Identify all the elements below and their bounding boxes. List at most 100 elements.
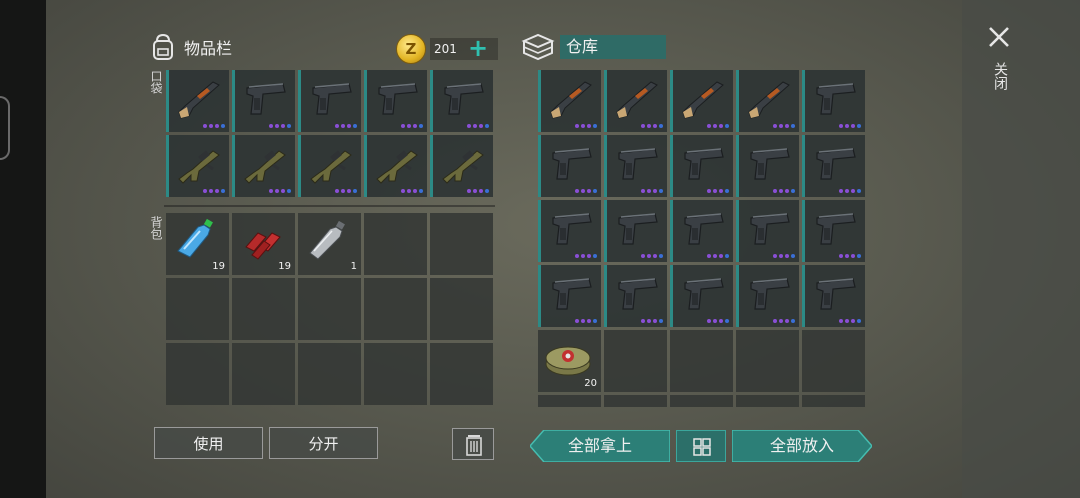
pistol-icon xyxy=(743,139,795,187)
pistol-icon xyxy=(677,204,729,252)
add-coins-button[interactable]: + xyxy=(468,36,488,60)
inventory-slot[interactable] xyxy=(670,70,733,132)
coin-icon: Z xyxy=(396,34,426,64)
inventory-slot[interactable] xyxy=(430,278,493,340)
quality-dots xyxy=(707,189,729,193)
quality-dots xyxy=(467,189,489,193)
inventory-slot[interactable] xyxy=(670,265,733,327)
pistol-icon xyxy=(677,269,729,317)
quality-dots xyxy=(839,254,861,258)
pistol-icon xyxy=(677,139,729,187)
use-button[interactable]: 使用 xyxy=(154,427,263,459)
inventory-slot[interactable] xyxy=(364,343,427,405)
inventory-slot[interactable] xyxy=(538,200,601,262)
discard-button[interactable] xyxy=(452,428,494,460)
inventory-slot[interactable] xyxy=(736,135,799,197)
take-all-button[interactable]: 全部拿上 xyxy=(530,430,670,462)
inventory-slot[interactable] xyxy=(232,278,295,340)
inventory-slot[interactable] xyxy=(802,395,865,407)
inventory-slot[interactable] xyxy=(670,135,733,197)
empty-bottle-icon xyxy=(302,217,354,265)
quality-dots xyxy=(269,124,291,128)
pistol-icon xyxy=(437,74,489,122)
inventory-slot[interactable] xyxy=(802,200,865,262)
inventory-slot[interactable] xyxy=(802,265,865,327)
quality-dots xyxy=(773,189,795,193)
inventory-slot[interactable] xyxy=(802,70,865,132)
smg-icon xyxy=(173,139,225,187)
inventory-slot[interactable] xyxy=(736,265,799,327)
inventory-slot[interactable] xyxy=(166,135,229,197)
backpack-label: 背包 xyxy=(149,216,163,240)
smg-icon xyxy=(371,139,423,187)
inventory-slot[interactable]: 19 xyxy=(166,213,229,275)
inventory-slot[interactable] xyxy=(604,135,667,197)
grid-view-button[interactable] xyxy=(676,430,726,462)
inventory-slot[interactable] xyxy=(670,395,733,407)
inventory-slot[interactable] xyxy=(364,135,427,197)
inventory-slot[interactable] xyxy=(430,70,493,132)
inventory-slot[interactable] xyxy=(298,135,361,197)
inventory-slot[interactable] xyxy=(670,200,733,262)
take-all-label: 全部拿上 xyxy=(567,436,632,455)
pistol-icon xyxy=(371,74,423,122)
quality-dots xyxy=(641,319,663,323)
inventory-slot[interactable] xyxy=(166,278,229,340)
inventory-slot[interactable] xyxy=(604,395,667,407)
inventory-slot[interactable] xyxy=(166,343,229,405)
quality-dots xyxy=(773,319,795,323)
inventory-slot[interactable] xyxy=(232,135,295,197)
pistol-icon xyxy=(809,139,861,187)
inventory-slot[interactable] xyxy=(604,200,667,262)
inventory-slot[interactable] xyxy=(538,135,601,197)
inventory-slot[interactable] xyxy=(232,70,295,132)
pistol-icon xyxy=(545,204,597,252)
backpack-grid: 19 19 1 xyxy=(166,213,493,405)
inventory-slot[interactable] xyxy=(430,135,493,197)
warehouse-title: 仓库 xyxy=(560,35,666,59)
quality-dots xyxy=(575,124,597,128)
quality-dots xyxy=(641,124,663,128)
inventory-slot[interactable] xyxy=(802,330,865,392)
inventory-slot[interactable] xyxy=(736,395,799,407)
inventory-slot[interactable] xyxy=(802,135,865,197)
inventory-slot[interactable] xyxy=(538,395,601,407)
inventory-slot[interactable] xyxy=(430,213,493,275)
inventory-slot[interactable]: 19 xyxy=(232,213,295,275)
inventory-slot[interactable] xyxy=(364,70,427,132)
inventory-slot[interactable] xyxy=(298,70,361,132)
close-icon[interactable] xyxy=(984,22,1014,52)
inventory-slot[interactable] xyxy=(670,330,733,392)
warehouse-header: 仓库 xyxy=(520,32,666,62)
inventory-slot[interactable]: 1 xyxy=(298,213,361,275)
inventory-slot[interactable]: 20 xyxy=(538,330,601,392)
quality-dots xyxy=(839,124,861,128)
screen-left-edge xyxy=(0,0,46,498)
inventory-slot[interactable] xyxy=(364,213,427,275)
inventory-slot[interactable] xyxy=(166,70,229,132)
inventory-slot[interactable] xyxy=(298,278,361,340)
landmine-icon xyxy=(542,334,594,382)
inventory-slot[interactable] xyxy=(736,70,799,132)
put-all-button[interactable]: 全部放入 xyxy=(732,430,872,462)
close-label[interactable]: 关闭 xyxy=(990,62,1010,90)
inventory-slot[interactable] xyxy=(604,70,667,132)
pistol-icon xyxy=(611,139,663,187)
inventory-slot[interactable] xyxy=(736,330,799,392)
put-all-label: 全部放入 xyxy=(769,436,834,455)
pistol-icon xyxy=(743,269,795,317)
inventory-slot[interactable] xyxy=(538,265,601,327)
inventory-slot[interactable] xyxy=(298,343,361,405)
inventory-slot[interactable] xyxy=(604,265,667,327)
inventory-slot[interactable] xyxy=(538,70,601,132)
inventory-slot[interactable] xyxy=(232,343,295,405)
quality-dots xyxy=(839,319,861,323)
inventory-slot[interactable] xyxy=(364,278,427,340)
inventory-slot[interactable] xyxy=(430,343,493,405)
quality-dots xyxy=(641,254,663,258)
inventory-slot[interactable] xyxy=(604,330,667,392)
quality-dots xyxy=(773,124,795,128)
split-button[interactable]: 分开 xyxy=(269,427,378,459)
inventory-slot[interactable] xyxy=(736,200,799,262)
smg-icon xyxy=(305,139,357,187)
